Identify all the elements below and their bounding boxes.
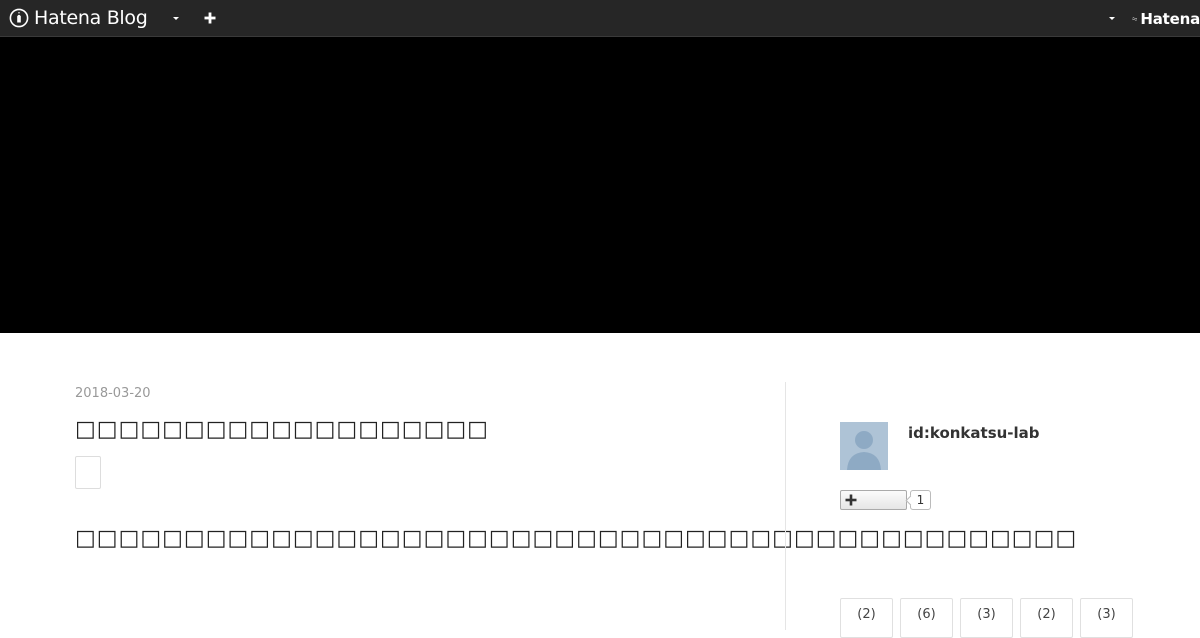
blog-header-banner[interactable] <box>0 37 1200 333</box>
brand-name: Hatena Blog <box>34 7 148 29</box>
entry-title[interactable]: □□□□□□□□□□□□□□□□□□□ <box>75 416 489 444</box>
hatena-account-label: Hatena <box>1140 10 1200 28</box>
hatena-blog-home-link[interactable]: Hatena Blog <box>9 6 148 30</box>
global-header: Hatena Blog Hatena <box>0 0 1200 37</box>
hatena-blog-pen-icon <box>9 8 29 28</box>
plus-icon[interactable] <box>203 11 217 25</box>
column-divider <box>785 382 786 630</box>
follower-count: 1 <box>916 493 925 507</box>
follower-count-badge: 1 <box>910 490 931 510</box>
archive-item[interactable]: (3) <box>960 598 1013 638</box>
default-user-icon <box>847 431 881 470</box>
hatena-wave-icon <box>1132 17 1138 21</box>
archive-item[interactable]: (6) <box>900 598 953 638</box>
plus-icon <box>845 494 857 506</box>
entry-date[interactable]: 2018-03-20 <box>75 385 151 402</box>
archive-list: (2) (6) (3) (2) (3) <box>840 598 1133 638</box>
follow-button[interactable] <box>840 490 907 510</box>
entry-body-text: □□□□□□□□□□□□□□□□□□□□□□□□□□□□□□□□□□□□□□□□… <box>75 526 1078 551</box>
hatena-account-menu[interactable]: Hatena <box>1132 8 1200 30</box>
caret-down-icon[interactable] <box>1106 12 1118 24</box>
archive-item[interactable]: (2) <box>840 598 893 638</box>
archive-item[interactable]: (2) <box>1020 598 1073 638</box>
avatar[interactable] <box>840 422 888 470</box>
caret-down-icon[interactable] <box>170 12 182 24</box>
bookmark-button[interactable] <box>75 456 101 489</box>
profile-id-link[interactable]: id:konkatsu-lab <box>908 424 1040 442</box>
archive-item[interactable]: (3) <box>1080 598 1133 638</box>
